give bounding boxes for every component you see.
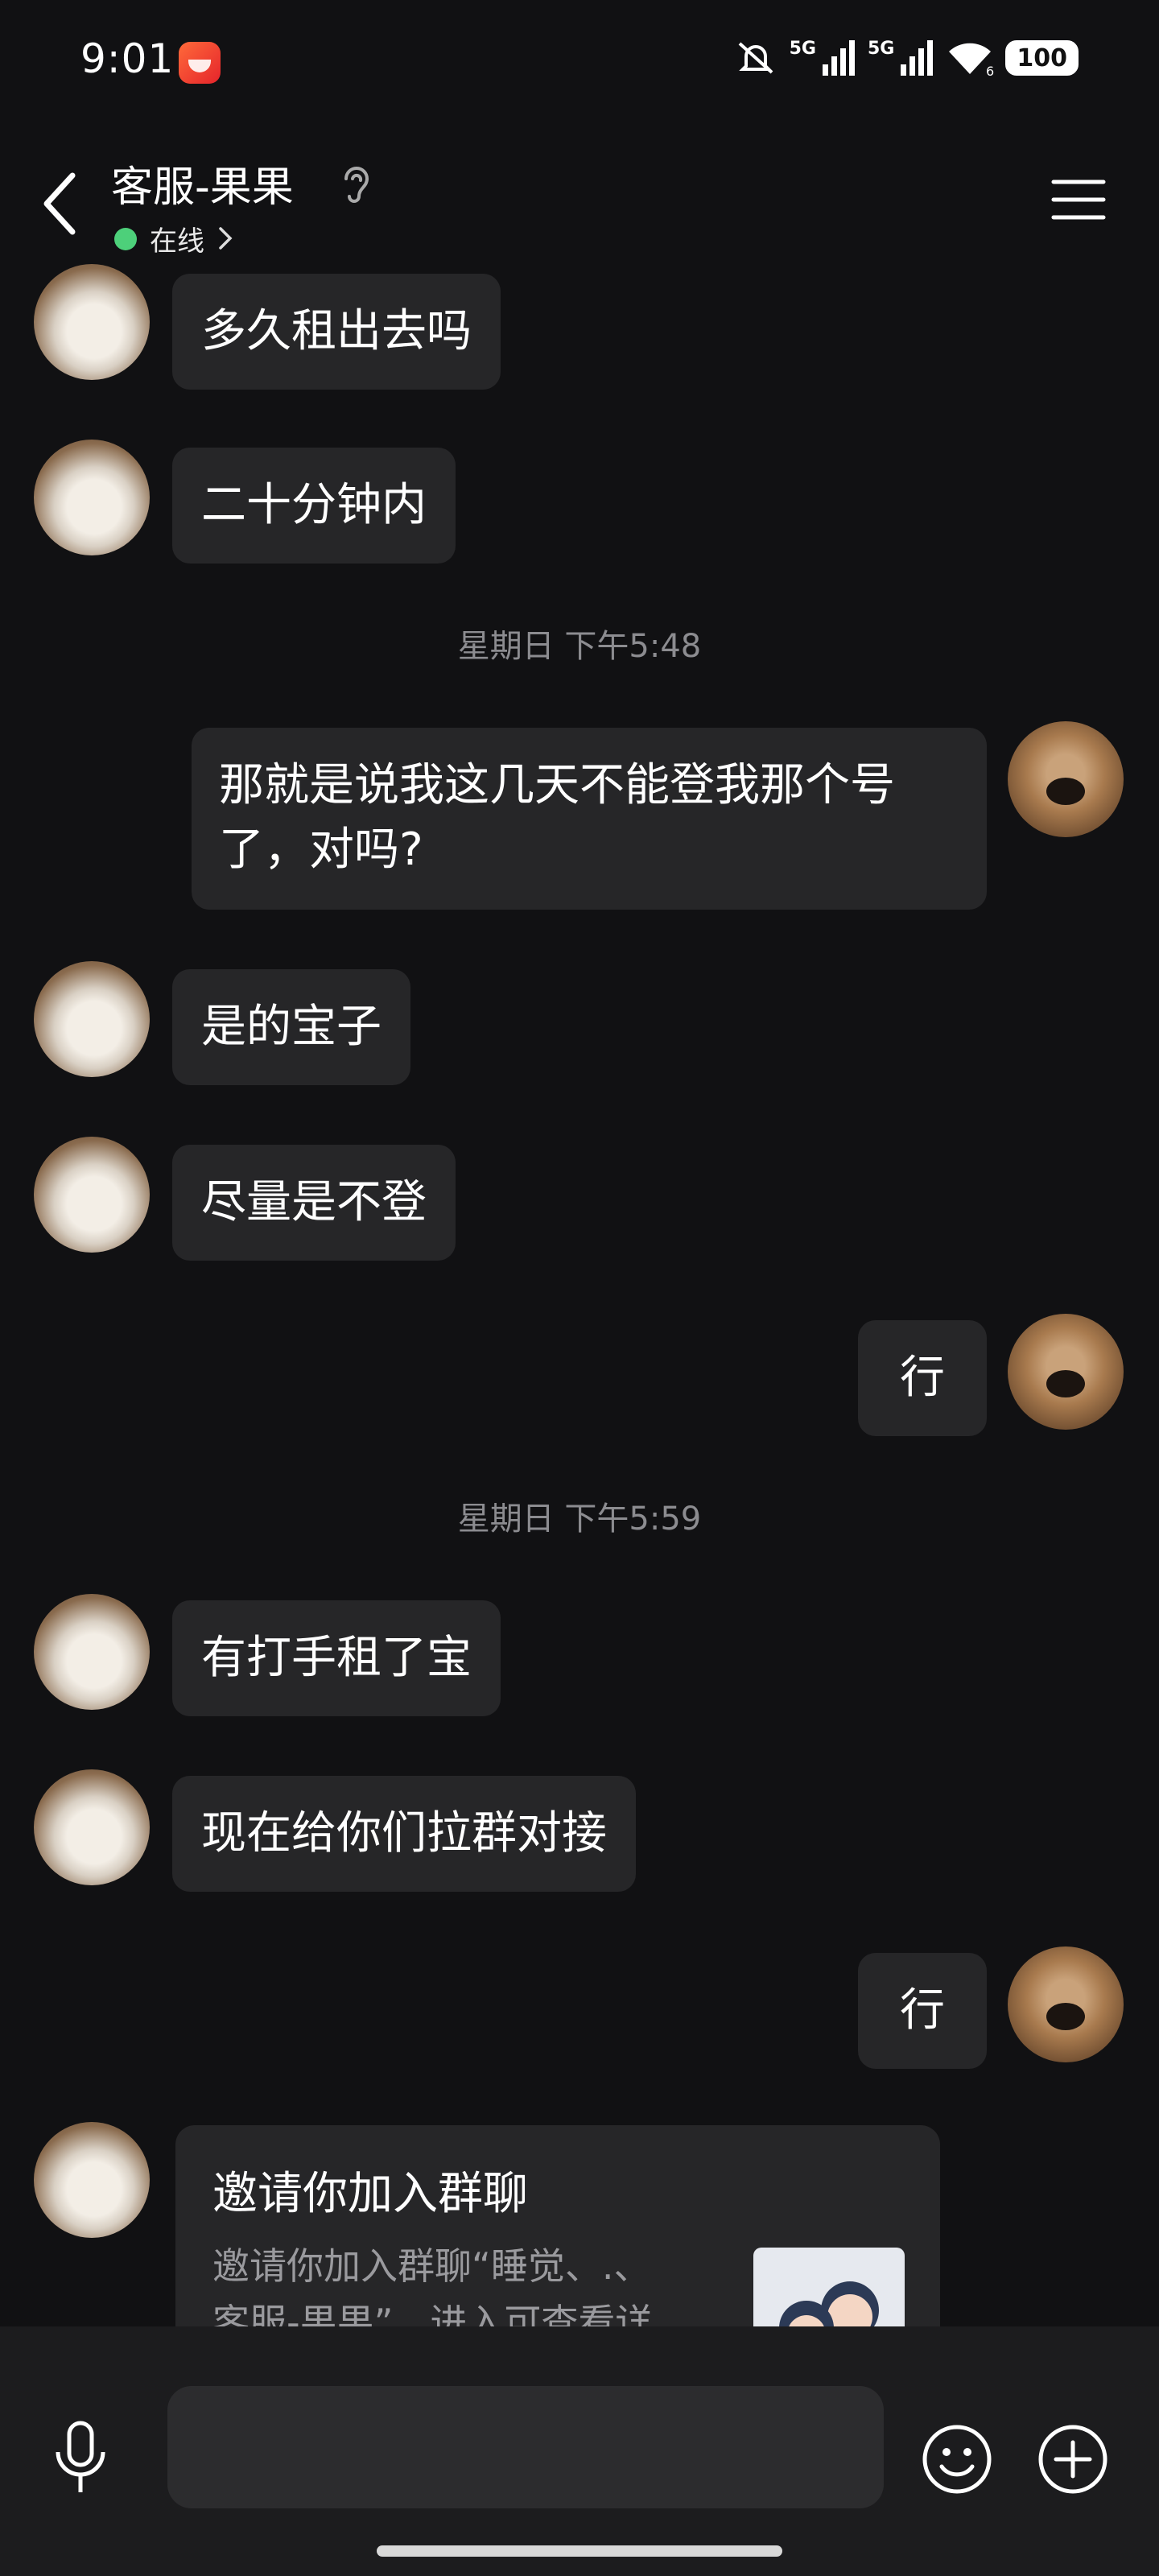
microphone-icon[interactable] — [47, 2420, 114, 2497]
invite-card-title: 邀请你加入群聊 — [212, 2168, 528, 2220]
message-bubble[interactable]: 现在给你们拉群对接 — [172, 1776, 636, 1892]
message-bubble[interactable]: 行 — [858, 1320, 987, 1436]
timestamp: 星期日 下午5:48 — [457, 628, 702, 665]
chevron-right-icon[interactable] — [216, 224, 235, 253]
avatar[interactable] — [1008, 1946, 1124, 2062]
avatar[interactable] — [34, 2122, 150, 2238]
message-bubble[interactable]: 有打手租了宝 — [172, 1600, 501, 1716]
chat-title[interactable]: 客服-果果 — [111, 153, 294, 213]
status-icons: 5G 5G 6 100 — [733, 39, 1079, 77]
wifi-icon: 6 — [949, 43, 994, 76]
online-status-dot — [114, 228, 137, 250]
avatar[interactable] — [34, 1137, 150, 1253]
avatar[interactable] — [34, 440, 150, 555]
app-notification-icon — [179, 42, 221, 84]
avatar[interactable] — [1008, 721, 1124, 837]
message-bubble[interactable]: 行 — [858, 1953, 987, 2069]
menu-icon[interactable] — [1050, 175, 1107, 224]
avatar[interactable] — [34, 961, 150, 1077]
message-bubble[interactable]: 那就是说我这几天不能登我那个号 了，对吗? — [192, 728, 987, 910]
network-type-2: 5G — [868, 38, 895, 59]
ear-icon[interactable] — [338, 161, 375, 206]
online-status-text[interactable]: 在线 — [150, 219, 204, 258]
message-bubble[interactable]: 尽量是不登 — [172, 1145, 456, 1261]
plus-icon[interactable] — [1037, 2423, 1109, 2496]
home-indicator[interactable] — [377, 2545, 782, 2557]
message-input[interactable] — [167, 2386, 884, 2508]
back-icon[interactable] — [37, 167, 85, 240]
message-line: 了，对吗? — [219, 824, 423, 876]
signal-icon-2 — [901, 40, 934, 76]
wifi-badge: 6 — [986, 64, 994, 76]
message-bubble[interactable]: 二十分钟内 — [172, 448, 456, 564]
message-line: 那就是说我这几天不能登我那个号 — [219, 759, 895, 811]
timestamp: 星期日 下午5:59 — [457, 1501, 702, 1538]
avatar[interactable] — [34, 1769, 150, 1885]
status-time: 9:01 — [80, 35, 175, 82]
signal-icon — [823, 40, 855, 76]
avatar[interactable] — [34, 264, 150, 380]
avatar[interactable] — [1008, 1314, 1124, 1430]
emoji-icon[interactable] — [921, 2423, 993, 2496]
mute-icon — [738, 42, 773, 74]
avatar[interactable] — [34, 1594, 150, 1710]
invite-desc-line: 邀请你加入群聊“睡觉、.、 — [212, 2244, 651, 2288]
message-bubble[interactable]: 多久租出去吗 — [172, 274, 501, 390]
battery-indicator: 100 — [1005, 40, 1079, 76]
network-type-1: 5G — [789, 38, 816, 59]
message-bubble[interactable]: 是的宝子 — [172, 969, 410, 1085]
